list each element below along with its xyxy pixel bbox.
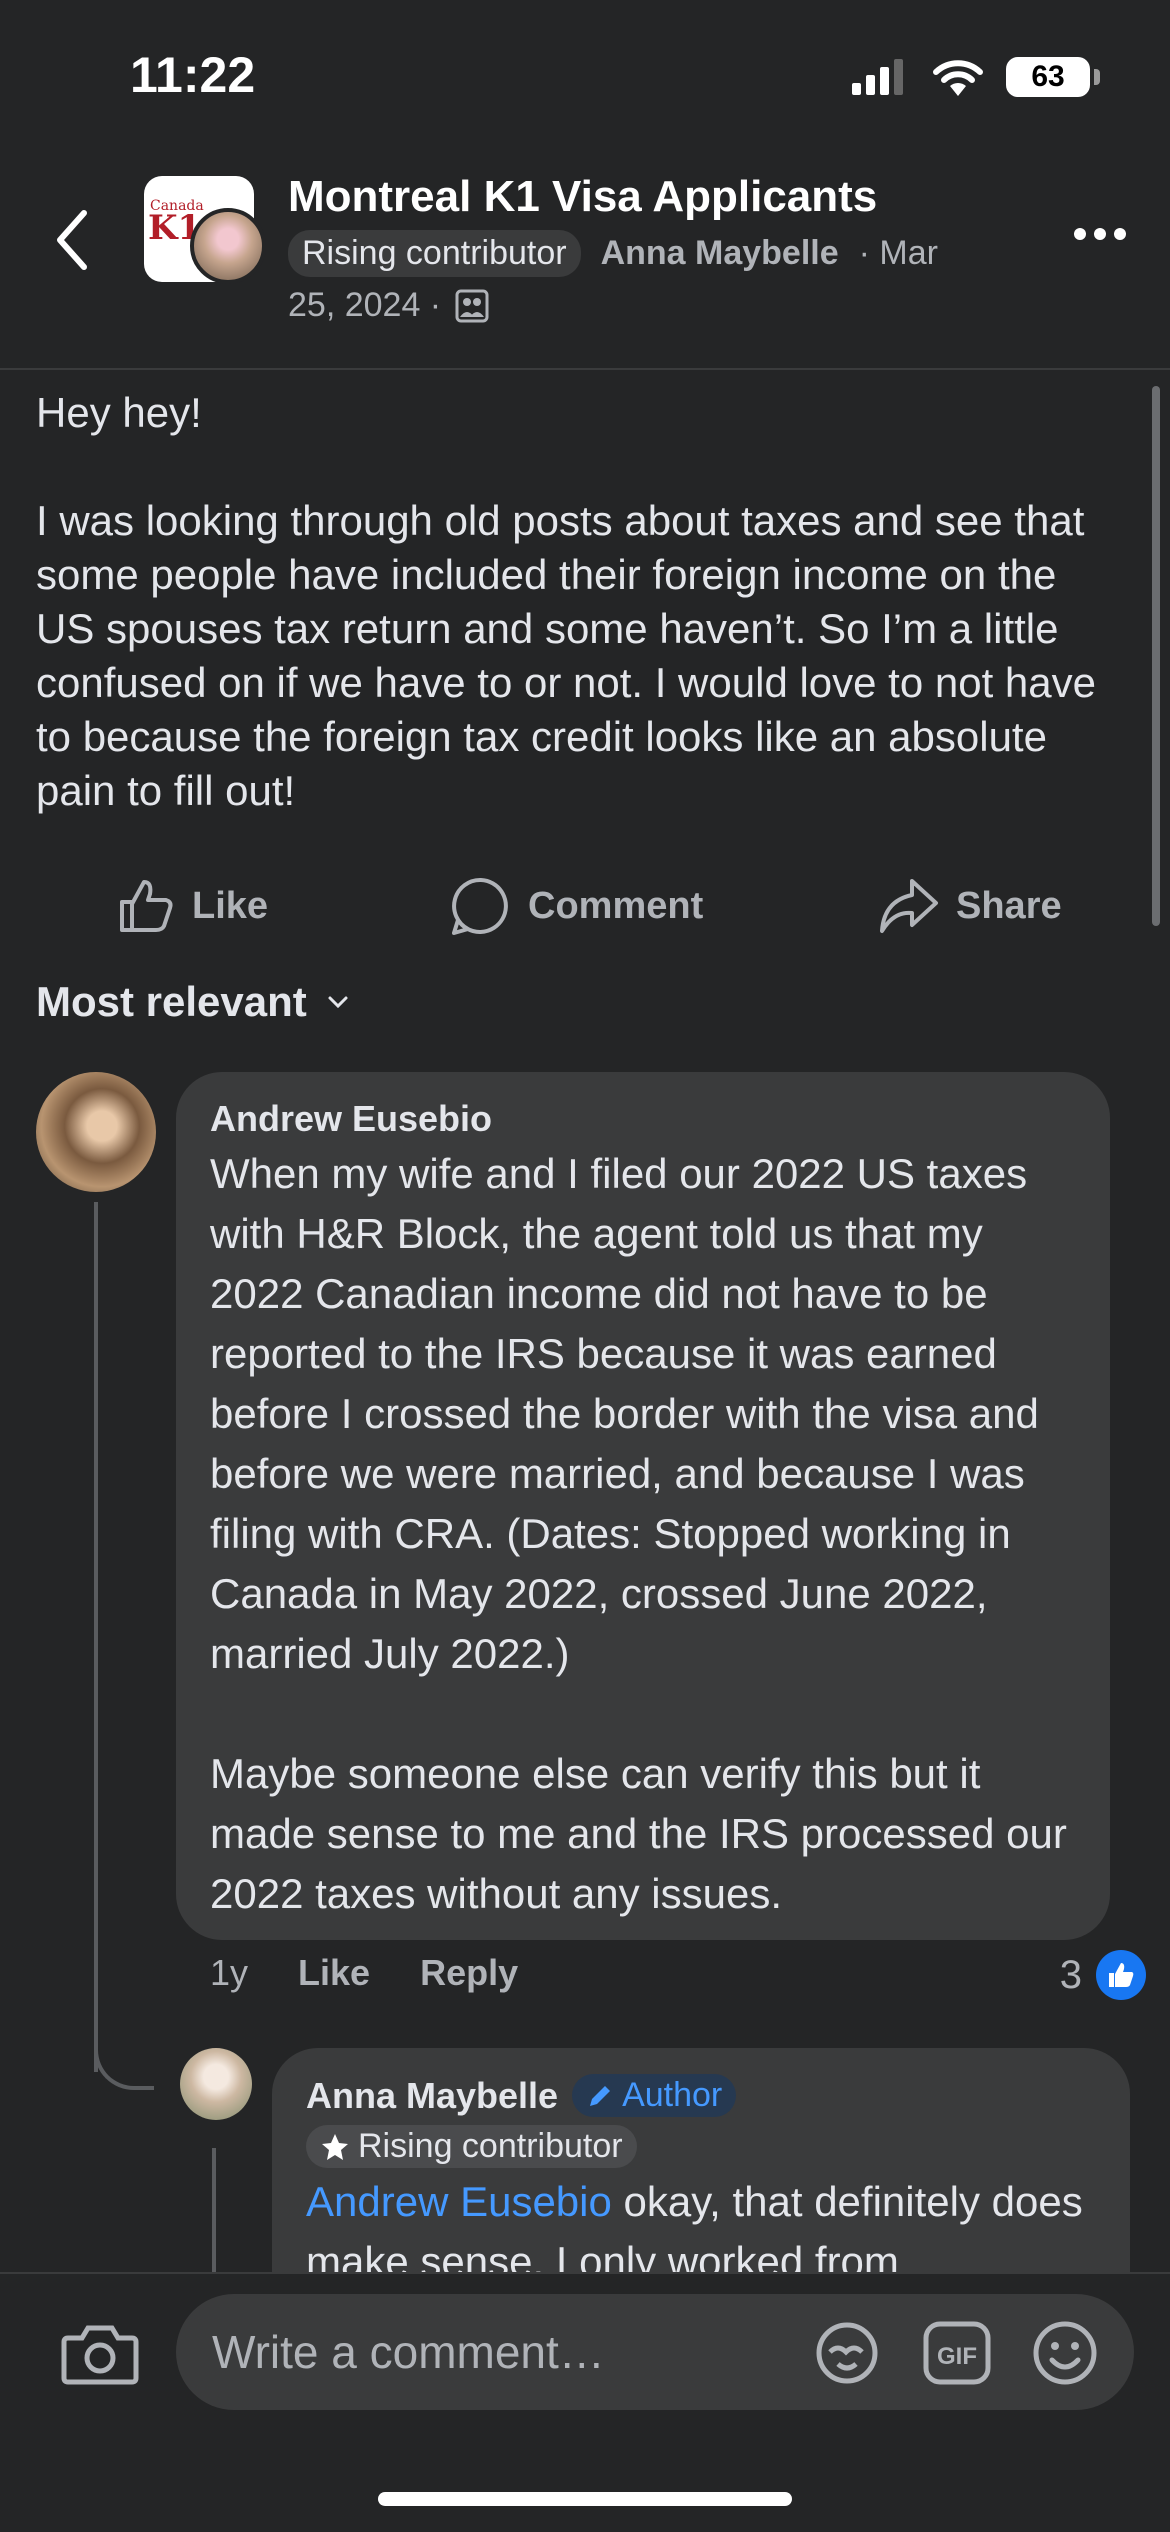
comment-sort-dropdown[interactable]: Most relevant [36, 978, 349, 1026]
comment-button[interactable]: Comment [450, 868, 703, 944]
comment-bubble: Andrew Eusebio When my wife and I filed … [176, 1072, 1110, 1940]
status-time: 11:22 [130, 47, 256, 103]
sort-label: Most relevant [36, 978, 307, 1025]
reaction-count: 3 [1059, 1952, 1082, 1997]
share-label: Share [956, 884, 1062, 927]
like-icon [120, 880, 173, 932]
back-icon[interactable] [48, 205, 98, 275]
reply-thread-line [212, 2148, 216, 2278]
like-label: Like [192, 884, 269, 927]
post-meta-line: Rising contributor Anna Maybelle · Mar [288, 230, 938, 277]
comment-text: When my wife and I filed our 2022 US tax… [210, 1150, 1067, 1917]
reply-contributor-badge: Rising contributor [306, 2125, 637, 2168]
wifi-icon [933, 60, 983, 96]
scroll-indicator [1152, 386, 1160, 926]
contributor-badge-label: Rising contributor [358, 2127, 623, 2165]
camera-icon[interactable] [60, 2318, 140, 2388]
thread-line [94, 1202, 98, 2072]
emoji-icon[interactable] [1030, 2318, 1100, 2388]
post-body: Hey hey! I was looking through old posts… [36, 389, 1097, 814]
commenter-name[interactable]: Andrew Eusebio [210, 1098, 1076, 1140]
comment-reply-button[interactable]: Reply [420, 1952, 518, 1994]
gif-icon[interactable]: GIF [922, 2318, 992, 2388]
post-actions: Like Comment Share [0, 868, 1170, 944]
post-date-start: · Mar [858, 234, 938, 272]
chevron-down-icon [328, 996, 348, 1009]
comment-input-placeholder: Write a comment… [212, 2326, 605, 2378]
mention-link[interactable]: Andrew Eusebio [306, 2178, 612, 2225]
avatar-sticker-icon[interactable] [812, 2318, 882, 2388]
battery-indicator: 63 [1006, 57, 1100, 97]
share-button[interactable]: Share [878, 868, 1062, 944]
share-icon [880, 879, 938, 933]
reply-author-avatar[interactable] [180, 2048, 252, 2120]
group-name[interactable]: Montreal K1 Visa Applicants [288, 172, 877, 222]
post-meta-line-2: 25, 2024 · [288, 286, 489, 325]
more-icon[interactable] [1074, 228, 1126, 240]
commenter-avatar[interactable] [36, 1072, 156, 1192]
star-icon [322, 2133, 348, 2160]
author-avatar-mini[interactable] [190, 208, 266, 284]
home-indicator[interactable] [378, 2492, 792, 2506]
status-icons: 63 [850, 56, 1100, 98]
comment-reactions[interactable]: 3 [1060, 1950, 1146, 2000]
comment-age: 1y [210, 1952, 249, 1993]
thread-connector [94, 2010, 154, 2090]
svg-text:GIF: GIF [937, 2343, 977, 2370]
like-button[interactable]: Like [116, 868, 268, 944]
rising-contributor-badge: Rising contributor [288, 230, 581, 277]
comment-icon [452, 877, 508, 935]
author-badge-label: Author [622, 2076, 723, 2114]
reply-author-name[interactable]: Anna Maybelle [306, 2075, 558, 2117]
post-author-name[interactable]: Anna Maybelle [601, 234, 839, 273]
thumbs-up-icon [1096, 1950, 1146, 2000]
cellular-signal-icon [852, 59, 903, 95]
pencil-icon [590, 2085, 611, 2106]
author-badge: Author [572, 2074, 737, 2117]
comment-meta: 1y Like Reply [210, 1952, 518, 1994]
members-icon [455, 289, 489, 322]
comment-label: Comment [528, 884, 704, 927]
post-date-end: 25, 2024 · [288, 286, 442, 324]
comment-like-button[interactable]: Like [298, 1952, 370, 1994]
